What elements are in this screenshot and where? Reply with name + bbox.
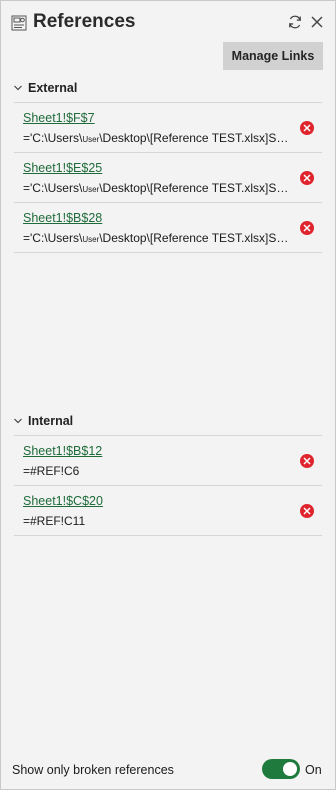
close-icon xyxy=(303,457,311,465)
refresh-icon[interactable] xyxy=(287,14,303,30)
toggle-state-label: On xyxy=(305,763,322,777)
broken-references-toggle-label: Show only broken references xyxy=(12,763,174,777)
reference-formula: ='C:\Users\User\Desktop\[Reference TEST.… xyxy=(23,181,295,195)
delete-reference-button[interactable] xyxy=(300,121,314,135)
internal-section-title: Internal xyxy=(28,414,74,428)
broken-references-toggle[interactable] xyxy=(262,759,300,779)
delete-reference-button[interactable] xyxy=(300,454,314,468)
close-icon xyxy=(303,174,311,182)
references-pane: References Manage Links External Sheet1!… xyxy=(0,0,336,790)
manage-links-button[interactable]: Manage Links xyxy=(223,42,323,70)
reference-formula: =#REF!C6 xyxy=(23,464,80,478)
external-section-title: External xyxy=(28,81,78,95)
reference-link[interactable]: Sheet1!$F$7 xyxy=(23,111,95,125)
close-icon xyxy=(303,507,311,515)
reference-formula: ='C:\Users\User\Desktop\[Reference TEST.… xyxy=(23,131,295,145)
list-item: Sheet1!$B$12 =#REF!C6 xyxy=(14,435,322,485)
reference-link[interactable]: Sheet1!$B$12 xyxy=(23,444,102,458)
pane-header: References xyxy=(1,1,335,45)
internal-reference-list: Sheet1!$B$12 =#REF!C6 Sheet1!$C$20 =#REF… xyxy=(14,435,322,536)
delete-reference-button[interactable] xyxy=(300,504,314,518)
chevron-down-icon xyxy=(14,85,22,91)
delete-reference-button[interactable] xyxy=(300,221,314,235)
internal-section-header[interactable]: Internal xyxy=(13,413,73,429)
reference-link[interactable]: Sheet1!$C$20 xyxy=(23,494,103,508)
reference-link[interactable]: Sheet1!$B$28 xyxy=(23,211,102,225)
references-icon xyxy=(11,15,27,31)
list-item: Sheet1!$C$20 =#REF!C11 xyxy=(14,485,322,536)
delete-reference-button[interactable] xyxy=(300,171,314,185)
pane-title: References xyxy=(33,11,136,32)
close-icon xyxy=(303,224,311,232)
external-reference-list: Sheet1!$F$7 ='C:\Users\User\Desktop\[Ref… xyxy=(14,102,322,253)
list-item: Sheet1!$F$7 ='C:\Users\User\Desktop\[Ref… xyxy=(14,102,322,152)
list-item: Sheet1!$B$28 ='C:\Users\User\Desktop\[Re… xyxy=(14,202,322,253)
reference-formula: ='C:\Users\User\Desktop\[Reference TEST.… xyxy=(23,231,295,245)
external-section-header[interactable]: External xyxy=(13,80,77,96)
reference-link[interactable]: Sheet1!$E$25 xyxy=(23,161,102,175)
chevron-down-icon xyxy=(14,418,22,424)
list-item: Sheet1!$E$25 ='C:\Users\User\Desktop\[Re… xyxy=(14,152,322,202)
reference-formula: =#REF!C11 xyxy=(23,514,86,528)
toggle-knob xyxy=(283,762,297,776)
close-icon xyxy=(303,124,311,132)
close-icon[interactable] xyxy=(309,14,325,30)
